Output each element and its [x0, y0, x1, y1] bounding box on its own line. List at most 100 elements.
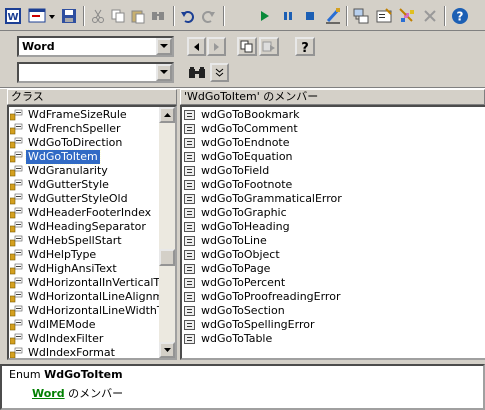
library-link[interactable]: Word	[32, 387, 65, 400]
class-list-item[interactable]: WdGoToDirection	[9, 136, 159, 150]
scroll-thumb[interactable]	[159, 249, 175, 266]
help-icon[interactable]: ?	[450, 6, 470, 26]
project-explorer-icon[interactable]	[351, 6, 371, 26]
class-list-item[interactable]: WdIndexFilter	[9, 332, 159, 346]
member-list-item[interactable]: wdGoToLine	[182, 234, 482, 248]
toolbox-icon[interactable]	[420, 6, 440, 26]
svg-text:?: ?	[457, 10, 464, 24]
class-list-item[interactable]: WdHorizontalLineAlignme	[9, 290, 170, 304]
member-list-item[interactable]: wdGoToProofreadingError	[182, 290, 482, 304]
toolbar-separator	[173, 6, 175, 26]
classes-list[interactable]: WdFrameSizeRule WdFrenchSpeller WdGoToDire…	[7, 105, 177, 360]
class-list-item[interactable]: WdGutterStyleOld	[9, 192, 159, 206]
member-list-item[interactable]: wdGoToComment	[182, 122, 482, 136]
enum-class-icon	[10, 249, 23, 261]
class-list-item[interactable]: WdFrameSizeRule	[9, 108, 159, 122]
search-button[interactable]	[187, 64, 207, 82]
library-combo[interactable]: Word	[17, 36, 174, 57]
reset-icon[interactable]	[300, 6, 320, 26]
class-list-item-label: WdHorizontalLineAlignme	[28, 290, 171, 303]
enum-class-icon	[10, 319, 23, 331]
svg-text:?: ?	[301, 41, 309, 54]
classes-header: クラス	[7, 89, 177, 105]
class-list-item[interactable]: WdHorizontalInVerticalTy	[9, 276, 165, 290]
scroll-up-button[interactable]	[159, 107, 175, 123]
go-forward-button[interactable]	[207, 37, 226, 56]
library-combo-value: Word	[22, 40, 55, 53]
member-list-item[interactable]: wdGoToSection	[182, 304, 482, 318]
chevron-down-icon[interactable]	[156, 64, 172, 81]
copy-icon[interactable]	[108, 6, 128, 26]
cut-icon[interactable]	[88, 6, 108, 26]
binoculars-icon	[189, 67, 205, 78]
enum-class-icon	[10, 291, 23, 303]
redo-icon[interactable]	[198, 6, 218, 26]
enum-constant-icon	[184, 166, 195, 176]
go-back-button[interactable]	[187, 37, 206, 56]
class-list-item[interactable]: WdGutterStyle	[9, 178, 159, 192]
toolbar-separator	[83, 6, 85, 26]
class-list-item[interactable]: WdGranularity	[9, 164, 159, 178]
show-hide-search-results-button[interactable]	[210, 63, 229, 82]
enum-constant-icon	[184, 320, 195, 330]
undo-icon[interactable]	[178, 6, 198, 26]
member-list-item[interactable]: wdGoToEquation	[182, 150, 482, 164]
class-list-item[interactable]: WdFrenchSpeller	[9, 122, 159, 136]
enum-constant-icon	[184, 152, 195, 162]
member-list-item[interactable]: wdGoToObject	[182, 248, 482, 262]
object-browser-icon[interactable]	[397, 6, 417, 26]
save-icon[interactable]	[59, 6, 79, 26]
scroll-down-button[interactable]	[159, 342, 175, 358]
member-list-item[interactable]: wdGoToEndnote	[182, 136, 482, 150]
class-list-item-label: WdGutterStyleOld	[28, 192, 128, 205]
class-list-item[interactable]: WdHeaderFooterIndex	[9, 206, 159, 220]
member-list-item[interactable]: wdGoToGraphic	[182, 206, 482, 220]
run-icon[interactable]	[255, 6, 275, 26]
class-list-item[interactable]: WdHelpType	[9, 248, 159, 262]
find-icon[interactable]	[148, 6, 168, 26]
class-list-item[interactable]: WdIndexFormat	[9, 346, 159, 358]
enum-constant-icon	[184, 138, 195, 148]
class-list-item[interactable]: WdHorizontalLineWidthTy	[9, 304, 168, 318]
member-list-item[interactable]: wdGoToBookmark	[182, 108, 482, 122]
search-combo[interactable]	[17, 62, 174, 83]
toolbar-separator	[346, 6, 348, 26]
arrow-right-icon	[213, 42, 219, 51]
class-list-item[interactable]: WdIMEMode	[9, 318, 159, 332]
chevron-down-icon[interactable]	[156, 38, 172, 55]
help-icon: ?	[301, 41, 309, 54]
properties-icon[interactable]	[374, 6, 394, 26]
enum-class-icon	[10, 165, 23, 177]
members-header: 'WdGoToItem' のメンバー	[180, 89, 485, 105]
members-list[interactable]: wdGoToBookmark wdGoToComment wdGoToEndnote…	[180, 105, 485, 360]
enum-constant-icon	[184, 278, 195, 288]
member-list-item[interactable]: wdGoToGrammaticalError	[182, 192, 482, 206]
enum-constant-icon	[184, 236, 195, 246]
view-definition-button[interactable]	[259, 37, 279, 56]
class-list-item[interactable]: WdHeadingSeparator	[9, 220, 159, 234]
insert-userform-icon[interactable]	[27, 6, 57, 26]
member-list-item[interactable]: wdGoToSpellingError	[182, 318, 482, 332]
member-list-item[interactable]: wdGoToHeading	[182, 220, 482, 234]
member-list-item[interactable]: wdGoToFootnote	[182, 178, 482, 192]
break-icon[interactable]	[278, 6, 298, 26]
word-app-icon[interactable]: W	[3, 6, 23, 26]
class-list-item[interactable]: WdHighAnsiText	[9, 262, 159, 276]
member-list-item-label: wdGoToLine	[201, 234, 267, 247]
paste-icon[interactable]	[128, 6, 148, 26]
arrow-left-icon	[193, 42, 199, 51]
class-list-item-label: WdHighAnsiText	[28, 262, 117, 275]
member-list-item[interactable]: wdGoToPercent	[182, 276, 482, 290]
class-list-item[interactable]: WdGoToItem	[9, 149, 159, 165]
member-list-item-label: wdGoToComment	[201, 122, 298, 135]
svg-text:W: W	[7, 12, 18, 23]
enum-constant-icon	[184, 334, 195, 344]
design-mode-icon[interactable]	[323, 6, 343, 26]
copy-to-clipboard-button[interactable]	[237, 37, 257, 56]
classes-scrollbar[interactable]	[159, 107, 175, 358]
help-button[interactable]: ?	[295, 37, 315, 56]
member-list-item[interactable]: wdGoToPage	[182, 262, 482, 276]
member-list-item[interactable]: wdGoToField	[182, 164, 482, 178]
class-list-item[interactable]: WdHebSpellStart	[9, 234, 159, 248]
member-list-item[interactable]: wdGoToTable	[182, 332, 482, 346]
